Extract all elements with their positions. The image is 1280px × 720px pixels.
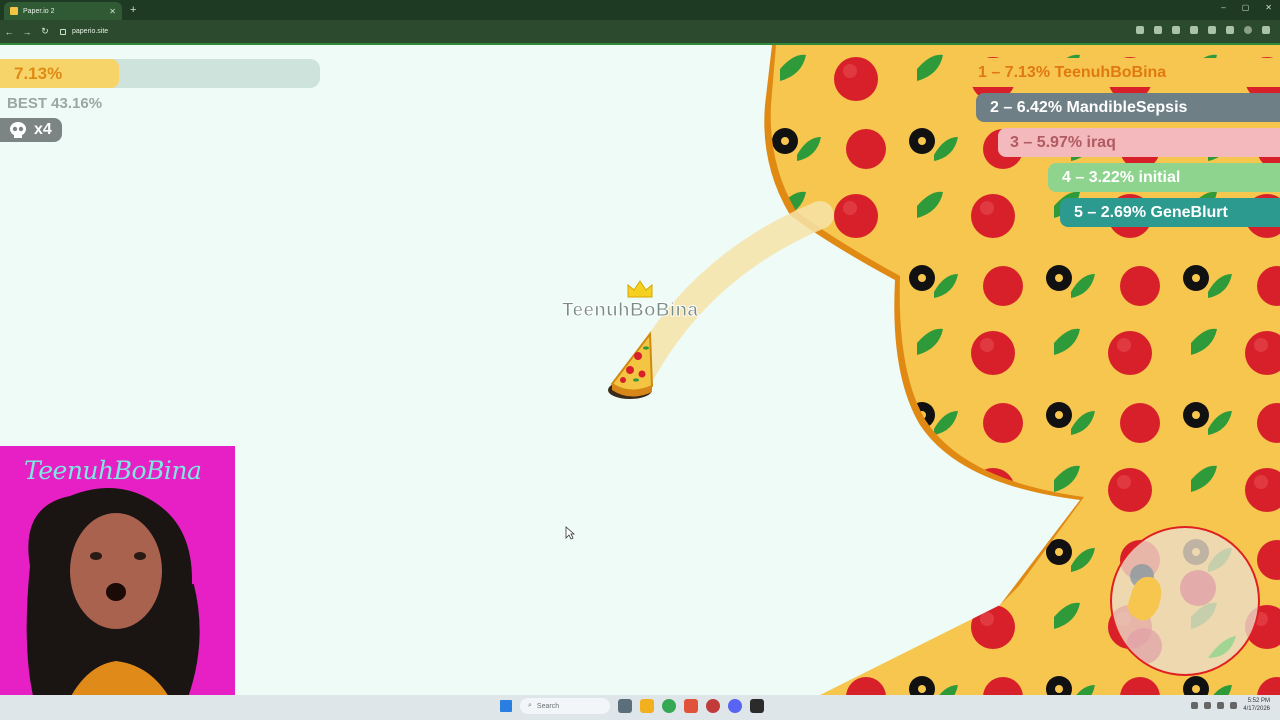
webcam-overlay: TeenuhBoBina [0, 446, 235, 720]
menu-icon[interactable] [1262, 26, 1270, 34]
minimize-icon[interactable]: – [1221, 3, 1225, 12]
leaderboard-entry-1: 1 – 7.13% TeenuhBoBina [966, 58, 1280, 87]
search-icon: ⌕ [528, 702, 532, 709]
search-placeholder: Search [536, 702, 560, 710]
progress-label: 7.13% [14, 63, 63, 83]
task-view-icon[interactable] [618, 699, 632, 713]
browser-tabbar: Paper.io 2 ✕ + – ▢ ✕ [0, 0, 1280, 20]
bookmark-star-icon[interactable] [1172, 26, 1180, 34]
leaderboard-entry-2: 2 – 6.42% MandibleSepsis [976, 93, 1280, 122]
window-close-icon[interactable]: ✕ [1265, 3, 1272, 12]
address-bar[interactable]: paperio.site [60, 28, 108, 35]
site-info-icon[interactable] [60, 28, 66, 35]
chrome-icon[interactable] [662, 699, 676, 713]
tab-title: Paper.io 2 [23, 7, 55, 15]
leaderboard-entry-4: 4 – 3.22% initial [1048, 163, 1280, 192]
discord-icon[interactable] [728, 699, 742, 713]
favicon-icon [10, 7, 18, 15]
url-text: paperio.site [72, 28, 109, 35]
browser-navbar: ← → ↻ paperio.site [0, 20, 1280, 43]
file-explorer-icon[interactable] [640, 699, 654, 713]
extensions-icon[interactable] [1190, 26, 1198, 34]
start-menu-icon[interactable] [500, 700, 512, 712]
cast-icon[interactable] [1136, 26, 1144, 34]
clock-date: 4/17/2026 [1243, 706, 1270, 712]
pizza-slice-icon [608, 331, 654, 399]
forward-icon[interactable]: → [18, 27, 36, 37]
network-icon[interactable] [1217, 701, 1225, 709]
clock[interactable]: 5:52 PM 4/17/2026 [1243, 697, 1270, 713]
mouse-cursor-icon [565, 526, 575, 540]
minimap-territory [1126, 564, 1236, 664]
clock-time: 5:52 PM [1247, 698, 1270, 704]
screenshot-icon[interactable] [1208, 26, 1216, 34]
volume-icon[interactable] [1230, 701, 1238, 709]
leaderboard-entry-5: 5 – 2.69% GeneBlurt [1060, 198, 1280, 227]
install-icon[interactable] [1154, 26, 1162, 34]
epic-games-icon[interactable] [750, 699, 764, 713]
leaderboard-entry-3: 3 – 5.97% iraq [998, 128, 1280, 157]
app-window: Paper.io 2 ✕ + – ▢ ✕ ← → ↻ paperio.site [0, 0, 1280, 720]
maximize-icon[interactable]: ▢ [1242, 3, 1250, 12]
reload-icon[interactable]: ↻ [36, 26, 54, 37]
kills-label: x4 [34, 121, 52, 138]
streamer-avatar [26, 488, 200, 720]
progress-fill: 7.13% [0, 59, 119, 88]
sidebar-icon[interactable] [1226, 26, 1234, 34]
browser-tab[interactable]: Paper.io 2 ✕ [4, 2, 122, 20]
microphone-icon[interactable] [1204, 701, 1212, 709]
minimap [1110, 526, 1260, 676]
profile-avatar[interactable] [1244, 26, 1252, 34]
taskbar-search[interactable]: ⌕ Search [520, 698, 610, 714]
obs-icon[interactable] [684, 699, 698, 713]
territory-progress-bar: 7.13% [0, 59, 320, 88]
player-name: TeenuhBoBina [561, 300, 699, 322]
taskbar: ⌕ Search 5:52 PM 4/17/2026 [0, 695, 1280, 720]
best-score: BEST 43.16% [7, 95, 103, 112]
kills-counter: x4 [0, 118, 62, 142]
new-tab-icon[interactable]: + [130, 4, 136, 16]
back-icon[interactable]: ← [0, 27, 18, 37]
app-icon-red[interactable] [706, 699, 720, 713]
skull-icon [10, 122, 26, 138]
tray-chevron-icon[interactable] [1191, 701, 1199, 709]
crown-icon [627, 280, 653, 298]
close-tab-icon[interactable]: ✕ [109, 7, 116, 16]
